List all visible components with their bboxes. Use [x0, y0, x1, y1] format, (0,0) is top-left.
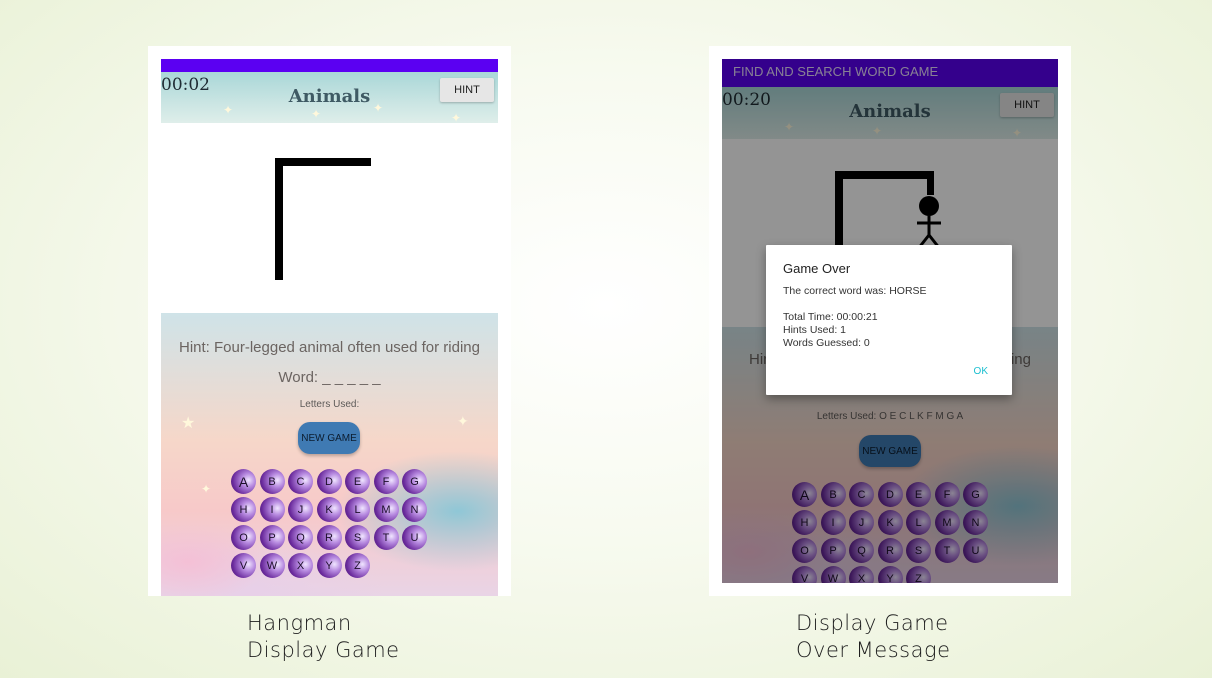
letter-key-d[interactable]: D	[316, 469, 342, 494]
hint-text: Hint: Four-legged animal often used for …	[179, 339, 480, 356]
letter-key-b[interactable]: B	[259, 469, 285, 494]
new-game-button[interactable]: NEW GAME	[298, 422, 360, 454]
letter-key-o[interactable]: O	[231, 525, 256, 550]
star-icon: ✦	[201, 482, 212, 496]
letter-key-l[interactable]: L	[345, 497, 370, 522]
letter-key-i[interactable]: I	[259, 497, 285, 522]
letter-key-r[interactable]: R	[316, 525, 342, 550]
caption-left-line1: Hangman	[247, 611, 352, 635]
letter-key-j[interactable]: J	[288, 497, 313, 522]
game-over-screen: FIND AND SEARCH WORD GAME ✦ ✦ ✦ 00:20 An…	[722, 59, 1058, 583]
word-display: Word: _ _ _ _ _	[278, 369, 381, 386]
game-header: ✦ ✦ ✦ ✦ 00:02 Animals HINT	[161, 72, 498, 124]
letter-key-f[interactable]: F	[373, 469, 399, 494]
letter-key-a[interactable]: A	[231, 469, 256, 494]
star-icon: ✦	[311, 107, 322, 121]
letter-key-q[interactable]: Q	[288, 525, 313, 550]
ok-button[interactable]: OK	[974, 366, 988, 377]
correct-word-text: The correct word was: HORSE	[783, 285, 927, 297]
caption-left-line2: Display Game	[247, 638, 400, 662]
caption-right: Display Game Over Message	[796, 610, 951, 664]
letters-used: Letters Used:	[299, 399, 360, 410]
game-over-dialog: Game Over The correct word was: HORSE To…	[766, 245, 1012, 395]
star-icon: ✦	[457, 414, 469, 430]
letter-key-u[interactable]: U	[402, 525, 427, 550]
star-icon: ★	[181, 413, 196, 432]
letter-key-x[interactable]: X	[288, 553, 313, 578]
gallows-drawing	[275, 158, 371, 280]
game-controls-area: ★ ✦ ✦ Hint: Four-legged animal often use…	[161, 313, 498, 596]
letter-key-p[interactable]: P	[259, 525, 285, 550]
hint-button[interactable]: HINT	[440, 78, 494, 102]
dialog-title: Game Over	[783, 261, 851, 276]
letter-key-m[interactable]: M	[373, 497, 399, 522]
screenshot-frame-hangman: ✦ ✦ ✦ ✦ 00:02 Animals HINT ★ ✦ ✦ Hint: F…	[148, 46, 511, 596]
total-time-text: Total Time: 00:00:21	[783, 311, 878, 323]
caption-left: Hangman Display Game	[247, 610, 400, 664]
hints-used-text: Hints Used: 1	[783, 324, 847, 336]
letter-key-w[interactable]: W	[259, 553, 285, 578]
letter-key-y[interactable]: Y	[316, 553, 342, 578]
letter-key-c[interactable]: C	[288, 469, 313, 494]
app-bar	[161, 59, 498, 72]
letter-key-v[interactable]: V	[231, 553, 256, 578]
letter-key-k[interactable]: K	[316, 497, 342, 522]
letter-key-s[interactable]: S	[345, 525, 370, 550]
words-guessed-text: Words Guessed: 0	[783, 337, 870, 349]
letter-key-h[interactable]: H	[231, 497, 256, 522]
letter-key-n[interactable]: N	[402, 497, 427, 522]
hangman-screen: ✦ ✦ ✦ ✦ 00:02 Animals HINT ★ ✦ ✦ Hint: F…	[161, 59, 498, 596]
screenshot-frame-game-over: FIND AND SEARCH WORD GAME ✦ ✦ ✦ 00:20 An…	[709, 46, 1071, 596]
caption-right-line2: Over Message	[796, 638, 951, 662]
letter-key-z[interactable]: Z	[345, 553, 370, 578]
letter-key-t[interactable]: T	[373, 525, 399, 550]
letter-key-g[interactable]: G	[402, 469, 427, 494]
caption-right-line1: Display Game	[796, 611, 949, 635]
letter-key-e[interactable]: E	[345, 469, 370, 494]
